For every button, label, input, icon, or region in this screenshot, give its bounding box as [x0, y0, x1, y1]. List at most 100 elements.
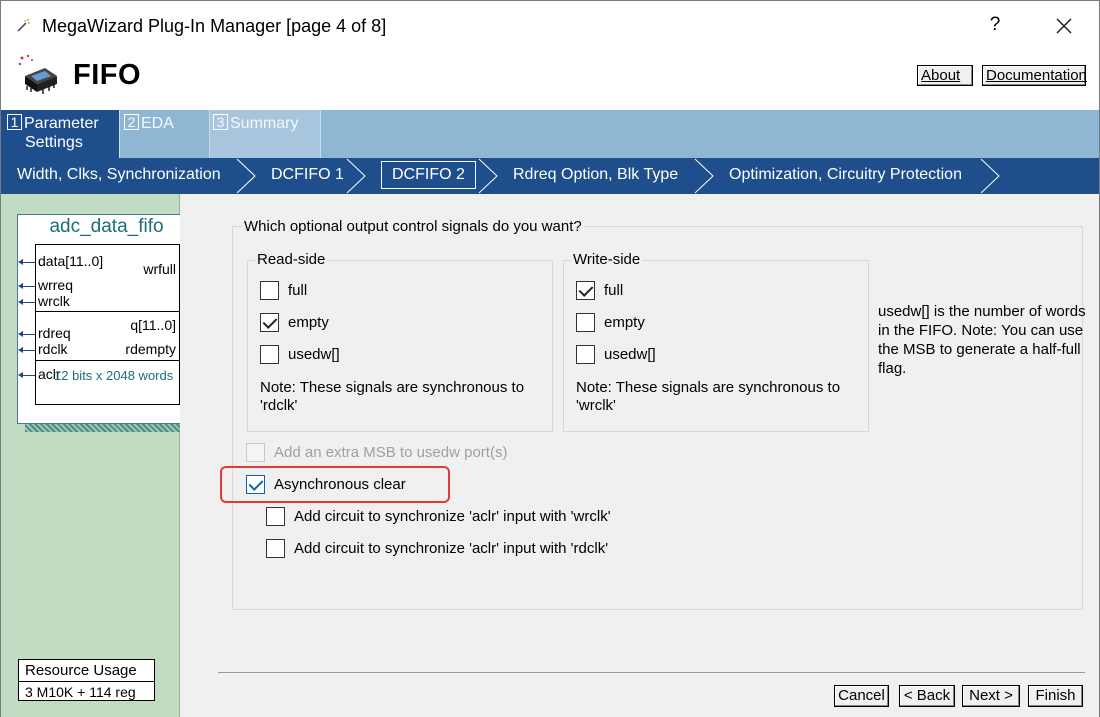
tab-label: EDA — [141, 115, 174, 132]
write-full-label: full — [604, 281, 624, 299]
wizard-tabs: 1 Parameter Settings 2 EDA 3 Summary — [0, 110, 1100, 158]
breadcrumb-item-optimization[interactable]: Optimization, Circuitry Protection — [729, 166, 962, 184]
title-bar: MegaWizard Plug-In Manager [page 4 of 8]… — [0, 0, 1100, 52]
page-title: FIFO — [73, 59, 142, 91]
pin-arrowhead — [18, 299, 23, 305]
breadcrumb: Width, Clks, Synchronization DCFIFO 1 DC… — [0, 158, 1100, 194]
pin-q: q[11..0] — [130, 317, 176, 333]
async-clear-option[interactable]: Asynchronous clear — [246, 473, 406, 495]
pin-wrclk: wrclk — [38, 293, 70, 309]
extra-msb-checkbox[interactable] — [246, 442, 265, 462]
cancel-button[interactable]: Cancel — [834, 685, 889, 707]
read-usedw-label: usedw[] — [288, 345, 340, 363]
write-empty-checkbox[interactable] — [576, 312, 595, 332]
breadcrumb-item-dcfifo-2[interactable]: DCFIFO 2 — [381, 161, 476, 189]
chevron-right-icon — [694, 158, 714, 194]
write-empty-option[interactable]: empty — [576, 311, 645, 333]
tab-number: 1 — [7, 114, 22, 130]
chevron-right-icon — [980, 158, 1000, 194]
pin-rdempty: rdempty — [125, 341, 176, 357]
write-side-label: Write-side — [571, 251, 643, 268]
write-side-note: Note: These signals are synchronous to '… — [576, 379, 841, 414]
pin-arrowhead — [18, 283, 23, 289]
write-full-option[interactable]: full — [576, 279, 623, 301]
next-button[interactable]: Next > — [962, 685, 1020, 707]
symbol-pane: adc_data_fifo data[11..0] wrreq wrclk rd… — [0, 194, 205, 717]
sync-wrclk-label: Add circuit to synchronize 'aclr' input … — [294, 507, 611, 525]
chevron-right-icon — [236, 158, 256, 194]
sync-rdclk-checkbox[interactable] — [266, 538, 285, 558]
chevron-right-icon — [478, 158, 498, 194]
about-button[interactable]: About — [917, 65, 973, 86]
sync-rdclk-option[interactable]: Add circuit to synchronize 'aclr' input … — [266, 537, 608, 559]
read-usedw-option[interactable]: usedw[] — [260, 343, 340, 365]
tab-label: Parameter — [24, 115, 99, 132]
read-empty-label: empty — [288, 313, 329, 331]
window-title: MegaWizard Plug-In Manager [page 4 of 8] — [42, 16, 387, 36]
usedw-note: usedw[] is the number of words in the FI… — [878, 303, 1086, 377]
options-question: Which optional output control signals do… — [242, 218, 584, 235]
read-usedw-checkbox[interactable] — [260, 344, 279, 364]
async-clear-checkbox[interactable] — [246, 474, 265, 494]
back-button[interactable]: < Back — [899, 685, 955, 707]
symbol-name: adc_data_fifo — [49, 216, 164, 237]
breadcrumb-item-rdreq-option[interactable]: Rdreq Option, Blk Type — [513, 166, 678, 184]
read-side-label: Read-side — [255, 251, 328, 268]
pin-arrowhead — [18, 372, 23, 378]
read-full-label: full — [288, 281, 308, 299]
write-usedw-label: usedw[] — [604, 345, 656, 363]
write-usedw-option[interactable]: usedw[] — [576, 343, 656, 365]
write-full-checkbox[interactable] — [576, 280, 595, 300]
documentation-button[interactable]: Documentation — [982, 65, 1087, 86]
pin-wrreq: wrreq — [38, 277, 74, 293]
chip-icon — [18, 54, 57, 94]
main-panel: Which optional output control signals do… — [180, 194, 1100, 717]
sync-rdclk-label: Add circuit to synchronize 'aclr' input … — [294, 539, 609, 557]
pin-data: data[11..0] — [38, 253, 104, 269]
extra-msb-label: Add an extra MSB to usedw port(s) — [274, 443, 508, 461]
breadcrumb-item-width-clks[interactable]: Width, Clks, Synchronization — [17, 166, 221, 184]
close-icon[interactable] — [1051, 13, 1077, 39]
tab-label-line2: Settings — [25, 134, 83, 151]
wizard-header: FIFO About Documentation — [0, 52, 1100, 110]
async-clear-label: Asynchronous clear — [274, 475, 406, 493]
read-full-option[interactable]: full — [260, 279, 307, 301]
fifo-symbol: adc_data_fifo data[11..0] wrreq wrclk rd… — [17, 214, 196, 424]
symbol-divider — [35, 311, 180, 312]
finish-button[interactable]: Finish — [1028, 685, 1083, 707]
pin-arrowhead — [18, 347, 23, 353]
write-usedw-checkbox[interactable] — [576, 344, 595, 364]
pin-wrfull: wrfull — [143, 261, 176, 277]
pin-arrowhead — [18, 331, 23, 337]
breadcrumb-item-dcfifo-1[interactable]: DCFIFO 1 — [271, 166, 344, 184]
symbol-words: 12 bits x 2048 words — [54, 368, 174, 383]
extra-msb-option[interactable]: Add an extra MSB to usedw port(s) — [246, 441, 507, 463]
tab-number: 3 — [213, 114, 228, 130]
resource-divider — [19, 681, 154, 682]
write-empty-label: empty — [604, 313, 645, 331]
resource-usage: Resource Usage 3 M10K + 114 reg — [18, 659, 155, 701]
sync-wrclk-option[interactable]: Add circuit to synchronize 'aclr' input … — [266, 505, 611, 527]
resource-usage-value: 3 M10K + 114 reg — [25, 684, 136, 700]
read-full-checkbox[interactable] — [260, 280, 279, 300]
read-side-group: Read-side full empty usedw[] Note: These… — [247, 251, 553, 432]
pin-arrowhead — [18, 259, 23, 265]
resource-usage-title: Resource Usage — [25, 662, 137, 679]
read-empty-checkbox[interactable] — [260, 312, 279, 332]
chevron-right-icon — [346, 158, 366, 194]
pin-rdclk: rdclk — [38, 341, 68, 357]
help-button[interactable]: ? — [983, 14, 1007, 36]
tab-label: Summary — [230, 115, 299, 132]
tab-summary[interactable]: 3 Summary — [209, 110, 321, 158]
tab-eda[interactable]: 2 EDA — [119, 110, 209, 158]
read-empty-option[interactable]: empty — [260, 311, 329, 333]
tab-parameter-settings[interactable]: 1 Parameter Settings — [1, 110, 119, 158]
tab-number: 2 — [124, 114, 139, 130]
pin-rdreq: rdreq — [38, 325, 71, 341]
sync-wrclk-checkbox[interactable] — [266, 506, 285, 526]
symbol-divider — [35, 360, 180, 361]
write-side-group: Write-side full empty usedw[] Note: Thes… — [563, 251, 869, 432]
footer-separator — [218, 672, 1085, 673]
read-side-note: Note: These signals are synchronous to '… — [260, 379, 525, 414]
wand-icon — [17, 18, 30, 32]
